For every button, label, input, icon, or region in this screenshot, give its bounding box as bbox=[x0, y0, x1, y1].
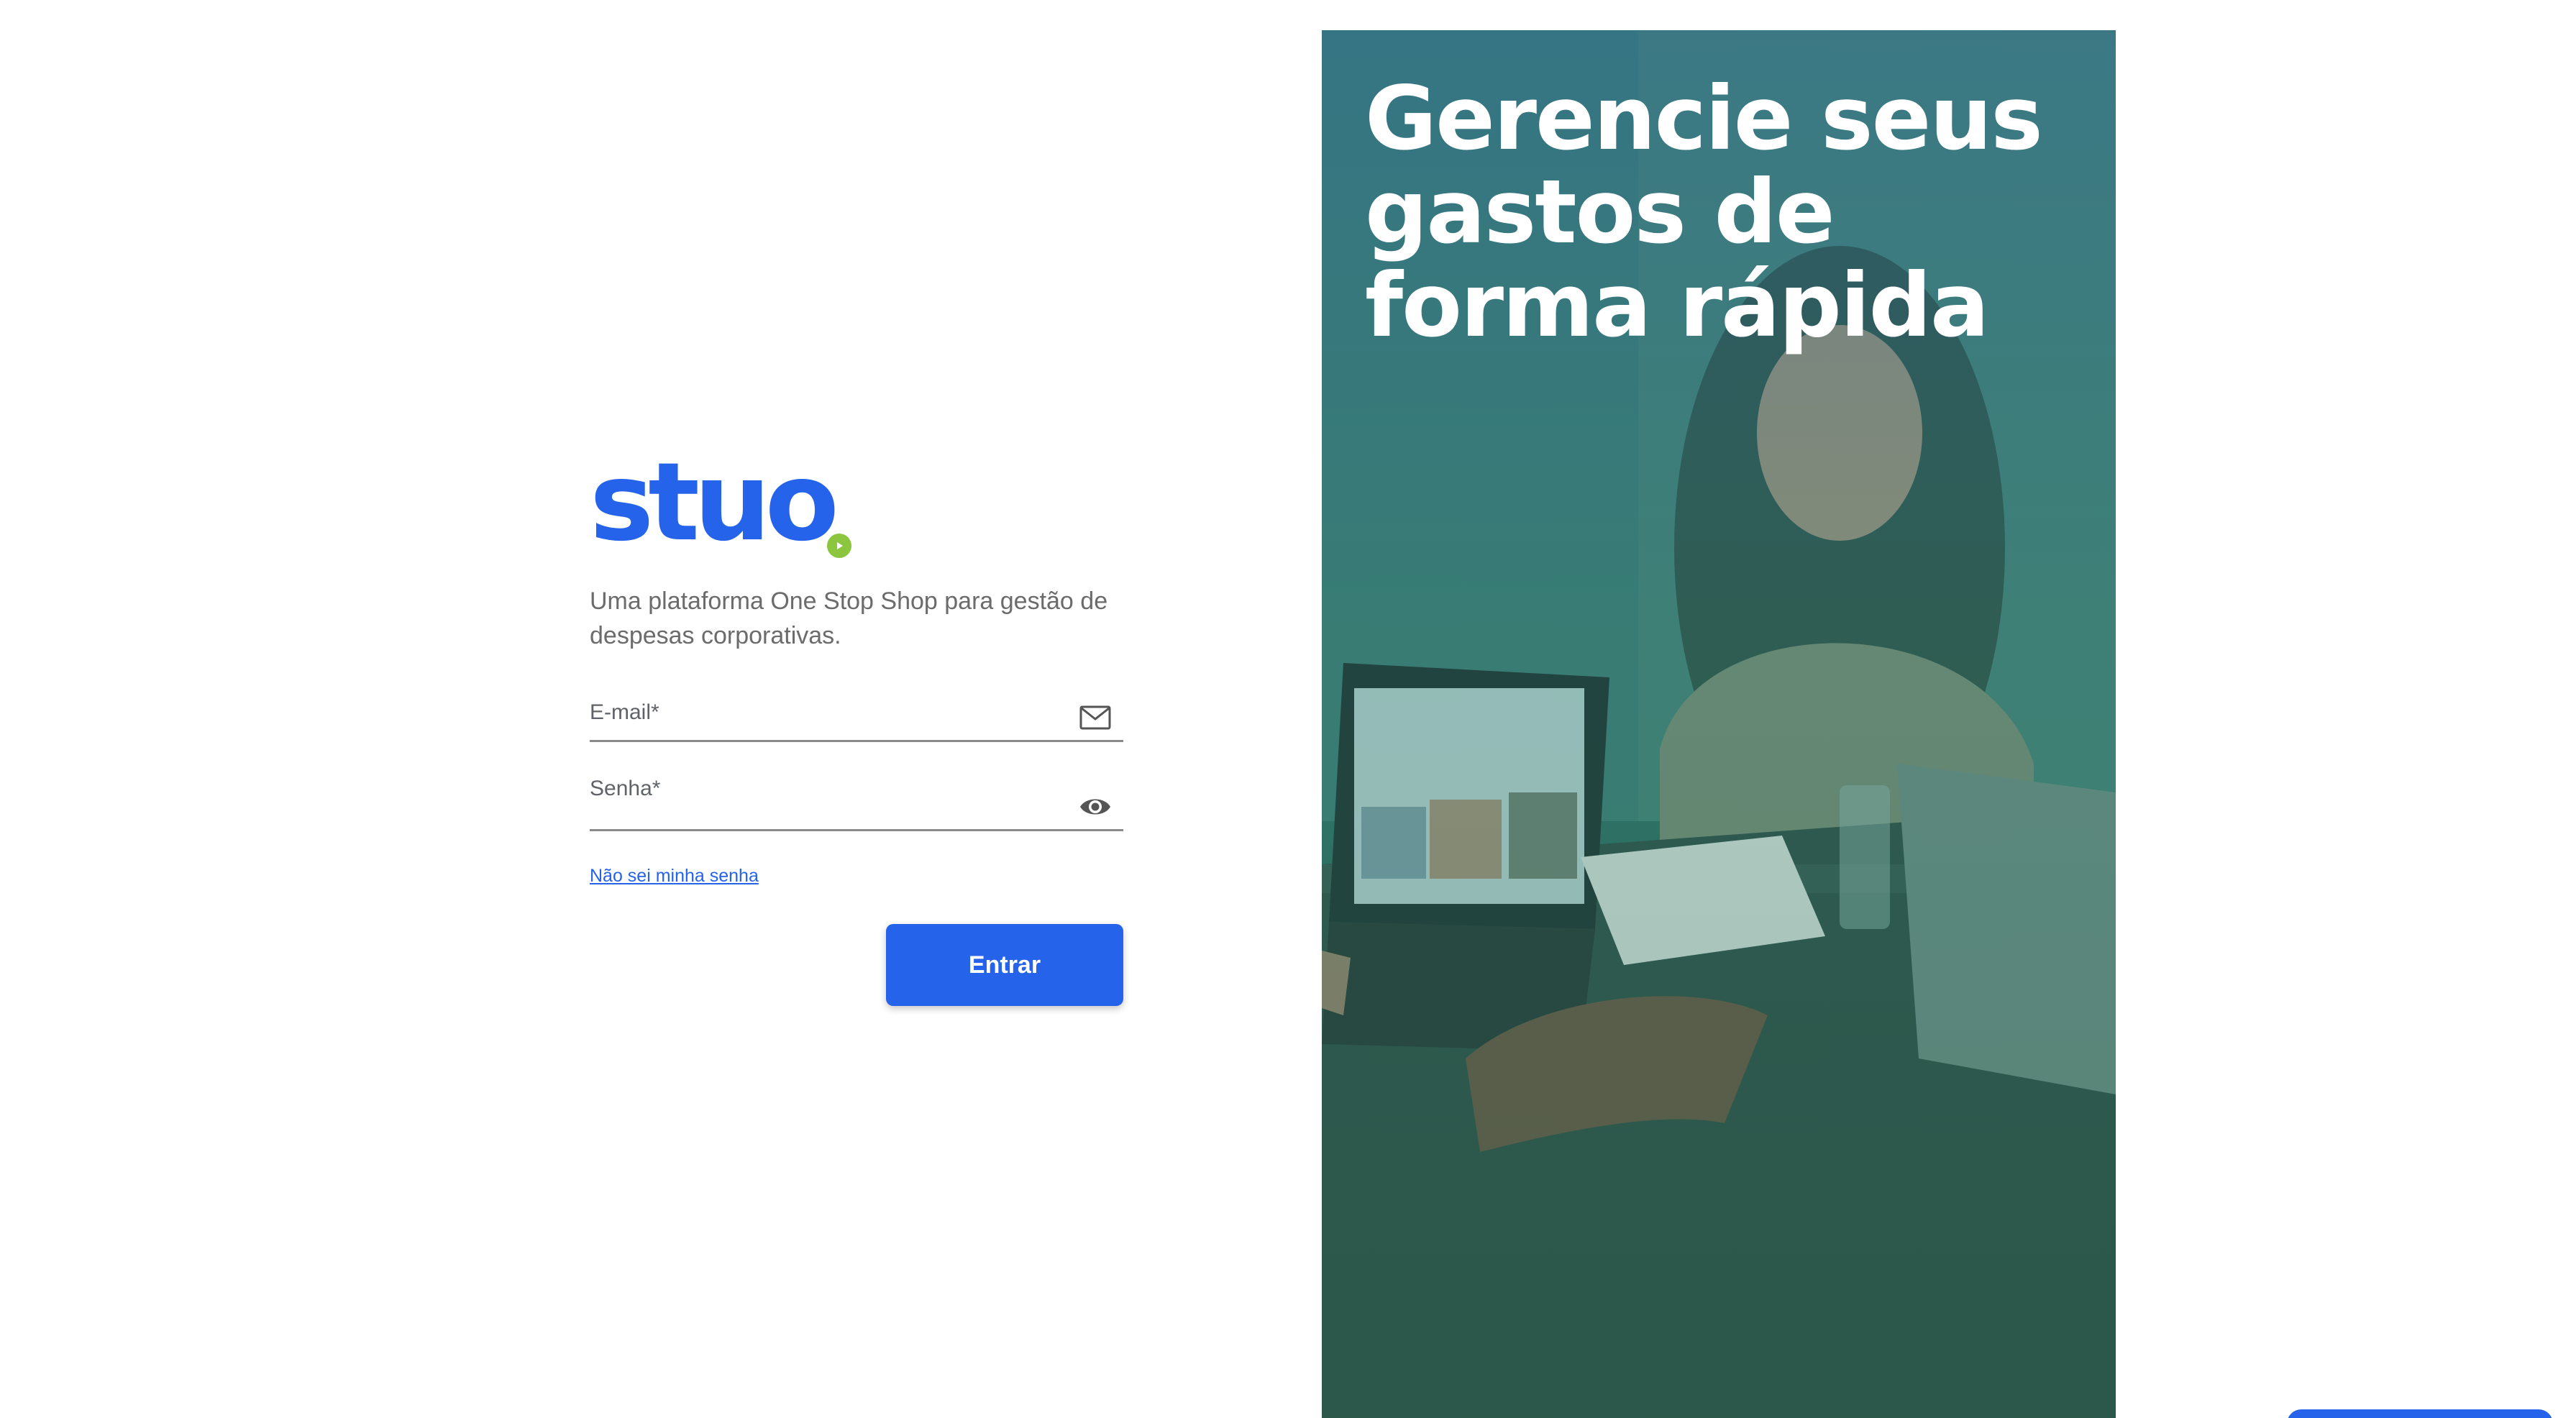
login-button[interactable]: Entrar bbox=[886, 924, 1123, 1006]
password-input[interactable] bbox=[590, 797, 1073, 826]
submit-row: Entrar bbox=[590, 924, 1123, 1006]
login-panel: stuo Uma plataforma One Stop Shop para g… bbox=[590, 449, 1123, 1006]
logo-text: stuo bbox=[590, 440, 839, 565]
help-widget-button[interactable] bbox=[2287, 1409, 2553, 1418]
forgot-password-link[interactable]: Não sei minha senha bbox=[590, 866, 759, 887]
mail-icon bbox=[1079, 703, 1112, 732]
hero-title: Gerencie seus gastos de forma rápida bbox=[1365, 68, 2043, 357]
hero-panel: Gerencie seus gastos de forma rápida bbox=[1322, 30, 2116, 1418]
stuo-logo: stuo bbox=[590, 449, 1123, 558]
email-input[interactable] bbox=[590, 708, 1073, 737]
eye-icon[interactable] bbox=[1079, 792, 1112, 821]
tagline: Uma plataforma One Stop Shop para gestão… bbox=[590, 587, 1108, 649]
play-icon bbox=[827, 534, 851, 558]
email-field[interactable]: E-mail* bbox=[590, 700, 1123, 742]
password-field[interactable]: Senha* bbox=[590, 777, 1123, 831]
login-page: stuo Uma plataforma One Stop Shop para g… bbox=[0, 0, 2576, 1418]
